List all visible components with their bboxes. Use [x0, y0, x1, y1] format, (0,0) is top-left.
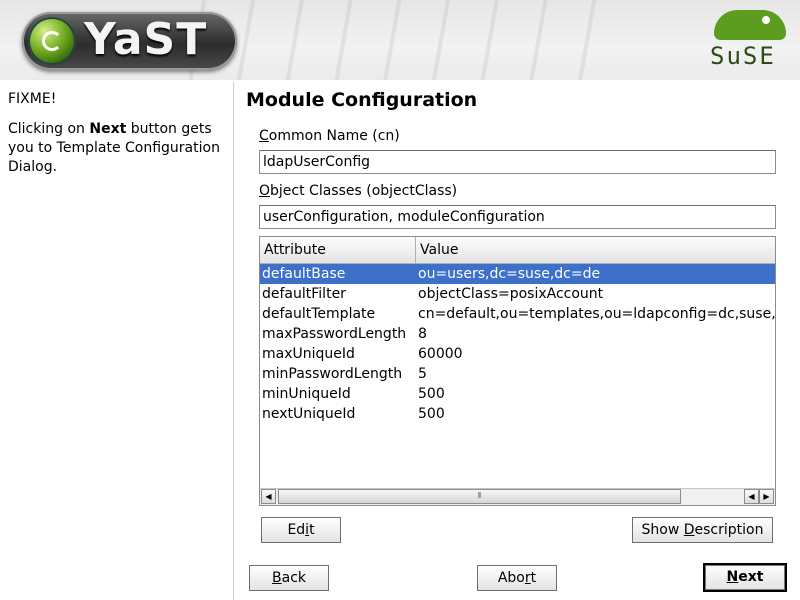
attribute-table[interactable]: Attribute Value defaultBase ou=users,dc=s…	[259, 236, 776, 506]
gecko-icon	[714, 10, 786, 40]
next-button[interactable]: Next	[703, 563, 787, 592]
cell-value: 500	[418, 386, 445, 402]
object-classes-label: Object Classes (objectClass)	[259, 183, 457, 199]
yast-logo-text: YaST	[84, 14, 208, 65]
button-text: Abo	[497, 570, 525, 586]
show-description-button[interactable]: Show Description	[632, 517, 773, 543]
button-text: Show	[641, 522, 684, 538]
yast-ball-icon	[28, 17, 76, 65]
cell-value: 5	[418, 366, 427, 382]
column-header-value[interactable]: Value	[416, 237, 775, 263]
button-text: Ed	[287, 522, 306, 538]
header-banner: YaST SuSE	[0, 0, 800, 80]
back-button[interactable]: Back	[249, 565, 329, 591]
object-classes-input[interactable]: userConfiguration, moduleConfiguration	[259, 205, 776, 229]
scrollbar-thumb[interactable]: ⦀	[278, 489, 681, 504]
button-text: ack	[281, 570, 306, 586]
mnemonic-letter: B	[272, 570, 282, 586]
mnemonic-letter: N	[726, 569, 739, 585]
table-row[interactable]: defaultFilter objectClass=posixAccount	[260, 284, 775, 304]
table-row[interactable]: minUniqueId 500	[260, 384, 775, 404]
label-text: bject Classes (objectClass)	[270, 183, 458, 199]
abort-button[interactable]: Abort	[477, 565, 557, 591]
horizontal-scrollbar[interactable]: ◀ ⦀ ◀ ▶	[260, 488, 775, 505]
yast-logo: YaST	[22, 12, 237, 70]
page-title: Module Configuration	[246, 89, 478, 111]
mnemonic-letter: C	[259, 128, 269, 144]
help-panel: FIXME! Clicking on Next button gets you …	[0, 82, 234, 600]
label-text: ommon Name (cn)	[268, 128, 400, 144]
mnemonic-letter: O	[259, 183, 271, 199]
cell-value: 500	[418, 406, 445, 422]
cell-value: ou=users,dc=suse,dc=de	[418, 266, 601, 282]
scroll-right-icon[interactable]: ▶	[759, 489, 774, 504]
help-title: FIXME!	[8, 91, 57, 107]
cell-attribute: maxPasswordLength	[262, 326, 407, 342]
cell-attribute: defaultBase	[262, 266, 346, 282]
button-text: escription	[694, 522, 764, 538]
cell-value: 60000	[418, 346, 463, 362]
help-text-part: Clicking on	[8, 121, 90, 137]
cell-value: cn=default,ou=templates,ou=ldapconfig=dc…	[418, 306, 776, 322]
mnemonic-letter: D	[683, 522, 695, 538]
help-text-bold: Next	[89, 121, 127, 137]
cell-value: objectClass=posixAccount	[418, 286, 604, 302]
table-row[interactable]: nextUniqueId 500	[260, 404, 775, 424]
button-text: ext	[738, 569, 764, 585]
cell-attribute: nextUniqueId	[262, 406, 356, 422]
scroll-left-icon[interactable]: ◀	[261, 489, 276, 504]
column-header-attribute[interactable]: Attribute	[260, 237, 416, 263]
table-row[interactable]: minPasswordLength 5	[260, 364, 775, 384]
cell-attribute: defaultFilter	[262, 286, 346, 302]
suse-logo-text: SuSE	[710, 42, 776, 70]
keyboard-background	[180, 0, 600, 80]
button-text: t	[530, 570, 537, 586]
cell-attribute: maxUniqueId	[262, 346, 355, 362]
cell-attribute: minUniqueId	[262, 386, 351, 402]
help-text: Clicking on Next button gets you to Temp…	[8, 120, 230, 177]
edit-button[interactable]: Edit	[261, 517, 341, 543]
suse-logo: SuSE	[708, 10, 792, 72]
common-name-input[interactable]: ldapUserConfig	[259, 150, 776, 174]
cell-attribute: defaultTemplate	[262, 306, 376, 322]
table-row[interactable]: defaultBase ou=users,dc=suse,dc=de	[260, 264, 775, 284]
table-header: Attribute Value	[260, 237, 775, 264]
table-row[interactable]: defaultTemplate cn=default,ou=templates,o…	[260, 304, 775, 324]
button-text: t	[309, 522, 315, 538]
scroll-left-icon[interactable]: ◀	[744, 489, 759, 504]
table-row[interactable]: maxPasswordLength 8	[260, 324, 775, 344]
cell-value: 8	[418, 326, 427, 342]
common-name-label: Common Name (cn)	[259, 128, 400, 144]
table-row[interactable]: maxUniqueId 60000	[260, 344, 775, 364]
cell-attribute: minPasswordLength	[262, 366, 403, 382]
